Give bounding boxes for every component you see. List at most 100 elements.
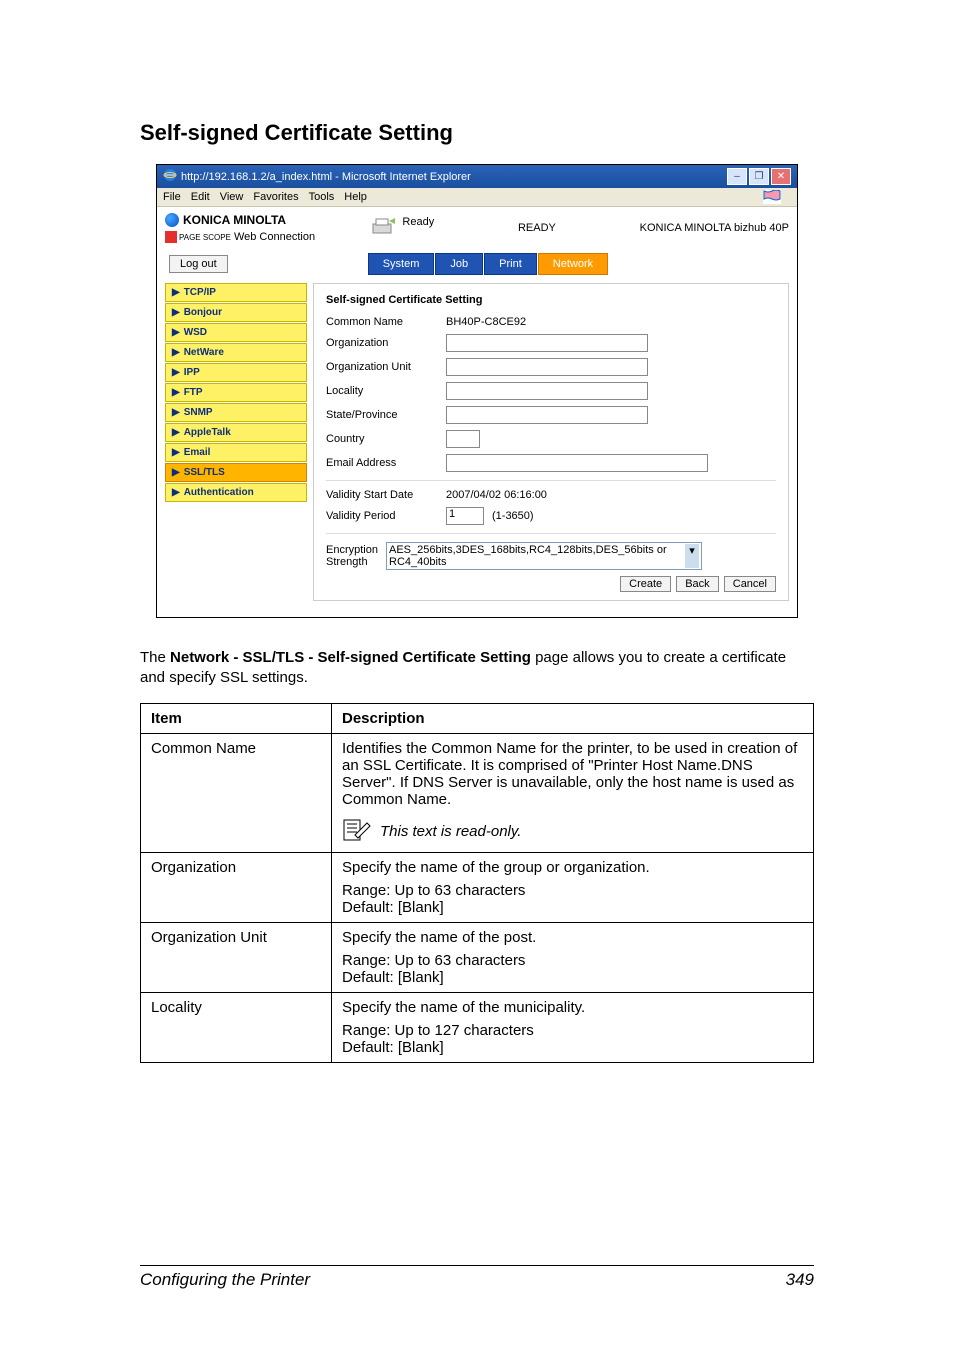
sidebar-item-snmp[interactable]: ▶ SNMP xyxy=(165,403,307,422)
minimize-button[interactable]: – xyxy=(727,168,747,185)
cell-item: Organization xyxy=(141,852,332,922)
sidebar-item-wsd[interactable]: ▶WSD xyxy=(165,323,307,342)
cell-description: Specify the name of the post.Range: Up t… xyxy=(332,922,814,992)
sidebar-item-label: TCP/IP xyxy=(184,287,216,298)
organization-input[interactable] xyxy=(446,334,648,352)
desc-text: Specify the name of the post. xyxy=(342,929,803,946)
create-button[interactable]: Create xyxy=(620,576,671,592)
email-label: Email Address xyxy=(326,457,446,469)
note-text: This text is read-only. xyxy=(380,823,521,840)
sidebar-item-label: IPP xyxy=(184,367,200,378)
tab-job[interactable]: Job xyxy=(435,253,483,275)
sidebar-item-label: NetWare xyxy=(184,347,224,358)
sidebar-item-label: SSL/TLS xyxy=(184,467,225,478)
sidebar-item-ipp[interactable]: ▶IPP xyxy=(165,363,307,382)
triangle-icon: ▶ xyxy=(172,307,180,318)
cell-item: Organization Unit xyxy=(141,922,332,992)
state-input[interactable] xyxy=(446,406,648,424)
menu-edit[interactable]: Edit xyxy=(191,191,210,203)
window-titlebar: http://192.168.1.2/a_index.html - Micros… xyxy=(157,165,797,188)
validity-period-range: (1-3650) xyxy=(492,510,534,522)
header-area: KONICA MINOLTA PAGE SCOPE Web Connection… xyxy=(157,207,797,245)
triangle-icon: ▶ xyxy=(172,347,180,358)
sidebar-item-ftp[interactable]: ▶ FTP xyxy=(165,383,307,402)
organization-unit-label: Organization Unit xyxy=(326,361,446,373)
panel-title: Self-signed Certificate Setting xyxy=(326,294,776,306)
menu-view[interactable]: View xyxy=(220,191,244,203)
menu-tools[interactable]: Tools xyxy=(309,191,335,203)
cell-item: Common Name xyxy=(141,733,332,852)
note-icon xyxy=(342,818,372,846)
main-panel: Self-signed Certificate Setting Common N… xyxy=(313,283,789,601)
ie-icon xyxy=(163,168,177,185)
desc-text: Specify the name of the municipality. xyxy=(342,999,803,1016)
table-row: Organization Specify the name of the grou… xyxy=(141,852,814,922)
menu-file[interactable]: File xyxy=(163,191,181,203)
default-text: Default: [Blank] xyxy=(342,1039,803,1056)
screenshot-window: http://192.168.1.2/a_index.html - Micros… xyxy=(156,164,798,618)
organization-unit-input[interactable] xyxy=(446,358,648,376)
common-name-value: BH40P-C8CE92 xyxy=(446,316,526,328)
brand-name: KONICA MINOLTA xyxy=(183,213,286,227)
desc-text: Specify the name of the group or organiz… xyxy=(342,859,803,876)
triangle-icon: ▶ xyxy=(172,387,180,398)
locality-input[interactable] xyxy=(446,382,648,400)
sidebar-item-authentication[interactable]: ▶Authentication xyxy=(165,483,307,502)
sidebar-item-email[interactable]: ▶Email xyxy=(165,443,307,462)
ready-label: Ready xyxy=(402,216,434,228)
sidebar-item-appletalk[interactable]: ▶AppleTalk xyxy=(165,423,307,442)
close-button[interactable]: ✕ xyxy=(771,168,791,185)
sidebar-item-label: WSD xyxy=(184,327,207,338)
printer-icon xyxy=(370,216,396,241)
encryption-select[interactable]: AES_256bits,3DES_168bits,RC4_128bits,DES… xyxy=(386,542,702,570)
triangle-icon: ▶ xyxy=(172,467,180,478)
validity-period-input[interactable]: 1 xyxy=(446,507,484,525)
ie-flag-icon xyxy=(763,190,781,204)
common-name-label: Common Name xyxy=(326,316,446,328)
validity-period-label: Validity Period xyxy=(326,510,446,522)
maximize-button[interactable]: ❐ xyxy=(749,168,769,185)
cancel-button[interactable]: Cancel xyxy=(724,576,776,592)
sidebar-item-bonjour[interactable]: ▶Bonjour xyxy=(165,303,307,322)
email-input[interactable] xyxy=(446,454,708,472)
intro-paragraph: The Network - SSL/TLS - Self-signed Cert… xyxy=(140,648,814,689)
encryption-value: AES_256bits,3DES_168bits,RC4_128bits,DES… xyxy=(389,544,685,568)
menu-favorites[interactable]: Favorites xyxy=(253,191,298,203)
country-input[interactable] xyxy=(446,430,480,448)
sidebar-item-label: SNMP xyxy=(184,407,213,418)
menu-help[interactable]: Help xyxy=(344,191,367,203)
tab-print[interactable]: Print xyxy=(484,253,537,275)
cell-item: Locality xyxy=(141,992,332,1062)
sidebar-item-tcp-ip[interactable]: ▶ TCP/IP xyxy=(165,283,307,302)
logout-button[interactable]: Log out xyxy=(169,255,228,273)
page-number: 349 xyxy=(786,1270,814,1290)
model-label: KONICA MINOLTA bizhub 40P xyxy=(640,222,789,234)
intro-bold: Network - SSL/TLS - Self-signed Certific… xyxy=(170,649,531,666)
triangle-icon: ▶ xyxy=(172,407,180,418)
sidebar-item-netware[interactable]: ▶ NetWare xyxy=(165,343,307,362)
window-title: http://192.168.1.2/a_index.html - Micros… xyxy=(181,171,725,183)
validity-start-label: Validity Start Date xyxy=(326,489,446,501)
pagescope-text: Web Connection xyxy=(234,231,315,243)
tab-system[interactable]: System xyxy=(368,253,435,275)
sidebar-item-label: FTP xyxy=(184,387,203,398)
page-heading: Self-signed Certificate Setting xyxy=(140,120,814,146)
triangle-icon: ▶ xyxy=(172,447,180,458)
sidebar-item-label: AppleTalk xyxy=(184,427,231,438)
table-row: LocalitySpecify the name of the municipa… xyxy=(141,992,814,1062)
triangle-icon: ▶ xyxy=(172,287,180,298)
state-label: State/Province xyxy=(326,409,446,421)
table-row: Common NameIdentifies the Common Name fo… xyxy=(141,733,814,852)
default-text: Default: [Blank] xyxy=(342,899,803,916)
sidebar-item-ssl-tls[interactable]: ▶ SSL/TLS xyxy=(165,463,307,482)
th-item: Item xyxy=(141,703,332,733)
country-label: Country xyxy=(326,433,446,445)
pagescope-swatch-icon xyxy=(165,231,177,243)
sidebar-item-label: Authentication xyxy=(184,487,254,498)
tab-network[interactable]: Network xyxy=(538,253,608,275)
note-row: This text is read-only. xyxy=(342,818,803,846)
pagescope-prefix: PAGE SCOPE xyxy=(179,233,231,242)
cell-description: Specify the name of the municipality.Ran… xyxy=(332,992,814,1062)
menu-bar: File Edit View Favorites Tools Help xyxy=(157,188,797,207)
back-button[interactable]: Back xyxy=(676,576,718,592)
